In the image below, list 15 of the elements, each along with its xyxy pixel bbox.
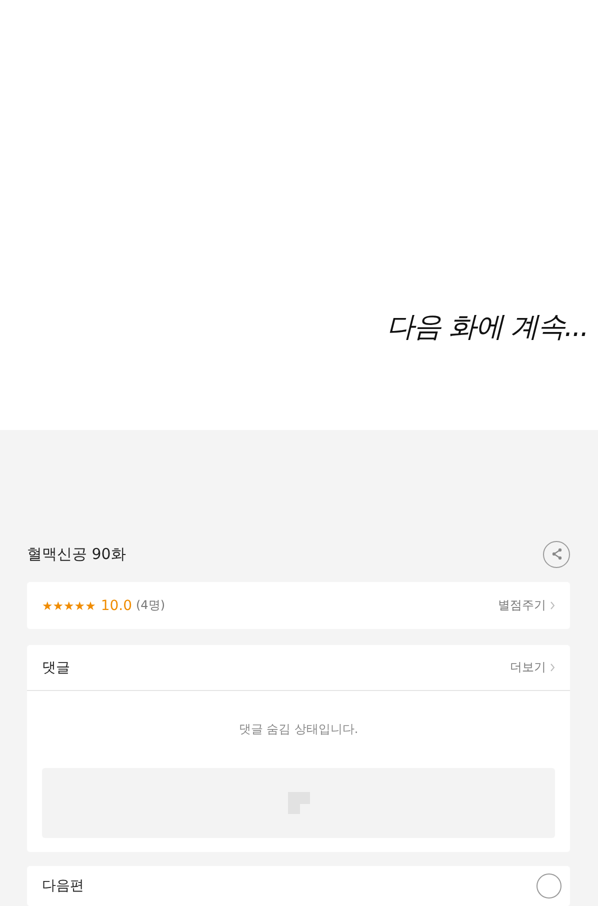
rate-link[interactable]: 별점주기: [498, 597, 546, 614]
chevron-icon: [550, 663, 555, 672]
share-button[interactable]: [543, 540, 570, 568]
continued-caption: 다음 화에 계속...: [386, 309, 588, 345]
episode-title: 혈맥신공 90화: [27, 544, 127, 564]
more-link[interactable]: 더보기: [510, 659, 546, 676]
hidden-comments-message: 댓글 숨김 상태입니다.: [238, 721, 358, 738]
rating-score: 10.0: [100, 598, 132, 614]
star-rating: ★★★★★: [42, 598, 96, 612]
chevron-icon: [550, 601, 555, 610]
next-episode-heading: 다음편: [42, 877, 84, 895]
circle-icon: [536, 873, 562, 899]
comments-heading: 댓글: [42, 658, 70, 676]
rating-count: (4명): [136, 597, 165, 614]
share-icon: [550, 547, 564, 561]
